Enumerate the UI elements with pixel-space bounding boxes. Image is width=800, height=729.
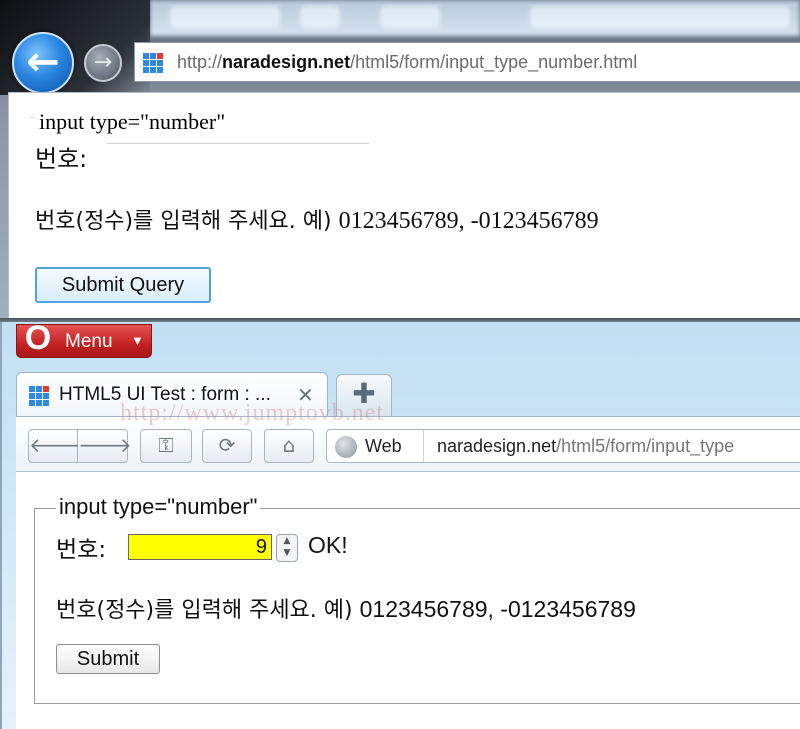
opera-forward-button[interactable]: 🡒 (78, 429, 132, 463)
number-spinner[interactable]: ▲ ▼ (276, 534, 298, 562)
opera-url-text[interactable]: naradesign.net/html5/form/input_type (437, 436, 734, 457)
site-favicon-icon (29, 386, 49, 406)
fieldset-border (29, 117, 35, 118)
opera-key-button[interactable]: ⚿ (140, 429, 192, 463)
ie-window: ← → http://naradesign.net/html5/form/inp… (0, 0, 800, 324)
forward-arrow-icon: 🡒 (78, 433, 132, 457)
fieldset-legend: input type="number" (56, 494, 261, 520)
forward-arrow-icon: → (93, 50, 113, 75)
opera-page-content: input type="number" 번호: 9 ▲ ▼ OK! 번호(정수)… (16, 472, 800, 729)
number-input[interactable] (107, 143, 369, 173)
globe-icon (335, 436, 357, 458)
address-separator (423, 430, 424, 462)
number-label: 번호: (35, 145, 88, 173)
ie-address-bar[interactable]: http://naradesign.net/html5/form/input_t… (134, 42, 800, 82)
home-icon: ⌂ (282, 433, 296, 457)
site-favicon-icon (143, 53, 163, 73)
ie-blurred-tab[interactable] (170, 6, 280, 28)
ie-blurred-tab[interactable] (380, 6, 440, 28)
url-domain: naradesign.net (437, 436, 557, 456)
ie-back-button[interactable]: ← (12, 32, 74, 94)
ie-forward-button[interactable]: → (84, 44, 122, 82)
opera-reload-button[interactable]: ⟳ (202, 429, 252, 463)
key-icon: ⚿ (158, 433, 174, 457)
spinner-up-icon[interactable]: ▲ (277, 535, 297, 547)
menu-label: Menu (65, 331, 113, 352)
number-input[interactable]: 9 (128, 534, 272, 560)
number-label: 번호: (56, 537, 107, 563)
ie-url-text[interactable]: http://naradesign.net/html5/form/input_t… (177, 52, 637, 73)
opera-menu-button[interactable]: O Menu ▼ (16, 319, 152, 358)
opera-logo-icon: O (24, 319, 52, 357)
opera-window: O Menu ▼ HTML5 UI Test : form : ... ✕ ✚ … (0, 319, 800, 729)
submit-button[interactable]: Submit (56, 644, 160, 674)
opera-back-button[interactable]: 🡐 (28, 429, 83, 463)
help-example: 0123456789, -0123456789 (338, 208, 599, 234)
search-engine-label[interactable]: Web (365, 436, 402, 457)
reload-icon: ⟳ (218, 433, 236, 457)
fieldset-legend: input type="number" (39, 109, 226, 134)
help-text: 번호(정수)를 입력해 주세요. 예) 0123456789, -0123456… (35, 203, 599, 235)
opera-address-bar[interactable]: Web naradesign.net/html5/form/input_type (326, 429, 800, 463)
spinner-down-icon[interactable]: ▼ (277, 547, 297, 559)
opera-home-button[interactable]: ⌂ (264, 429, 314, 463)
help-text-prefix: 번호(정수)를 입력해 주세요. 예) (56, 598, 360, 623)
ie-blurred-tab[interactable] (530, 6, 790, 28)
chevron-down-icon: ▼ (131, 333, 144, 348)
back-arrow-icon: ← (26, 39, 60, 85)
url-domain: naradesign.net (222, 52, 351, 72)
watermark-text: http://www.jumptovb.net (120, 400, 385, 426)
url-prefix: http:// (177, 52, 223, 72)
ie-blurred-tab-strip (150, 0, 800, 36)
url-path: /html5/form/input_type (556, 436, 735, 456)
ie-blurred-tab[interactable] (300, 6, 340, 28)
help-example: 0123456789, -0123456789 (359, 596, 636, 622)
url-path: /html5/form/input_type_number.html (350, 52, 638, 72)
ie-page-content: input type="number" 번호: 번호(정수)를 입력해 주세요.… (8, 92, 800, 318)
help-text-prefix: 번호(정수)를 입력해 주세요. 예) (35, 209, 339, 234)
submit-query-button[interactable]: Submit Query (35, 267, 211, 303)
validation-status: OK! (308, 532, 348, 558)
help-text: 번호(정수)를 입력해 주세요. 예) 0123456789, -0123456… (56, 592, 636, 624)
back-arrow-icon: 🡐 (29, 433, 83, 457)
